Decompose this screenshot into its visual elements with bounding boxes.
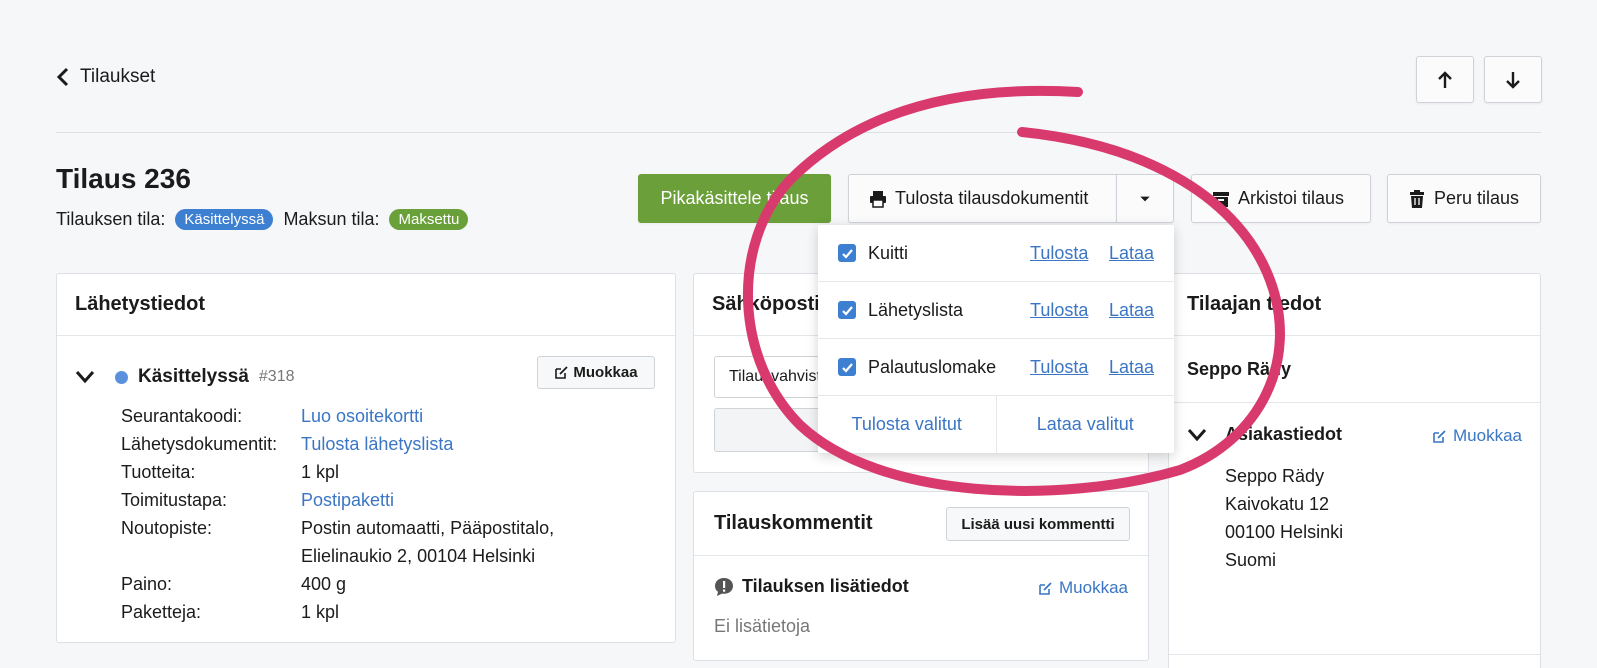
- print-documents-label: Tulosta tilausdokumentit: [895, 188, 1089, 208]
- checkbox[interactable]: [838, 301, 856, 319]
- check-icon: [841, 362, 853, 373]
- status-dot-icon: [115, 370, 128, 384]
- print-menu-item-label: Kuitti: [868, 242, 909, 263]
- arrow-down-icon: [1506, 71, 1520, 89]
- print-selected-button[interactable]: Tulosta valitut: [818, 396, 997, 453]
- previous-order-button[interactable]: [1416, 56, 1474, 103]
- download-link[interactable]: Lataa: [1109, 243, 1154, 264]
- archive-order-label: Arkistoi tilaus: [1238, 188, 1345, 208]
- customer-info-header: Asiakastiedot: [1187, 424, 1342, 445]
- edit-icon: [555, 366, 569, 379]
- print-menu-footer: Tulosta valitut Lataa valitut: [818, 396, 1174, 453]
- print-link[interactable]: Tulosta: [1030, 243, 1088, 264]
- back-link[interactable]: Tilaukset: [56, 66, 155, 88]
- customer-address: Seppo Rädy Kaivokatu 12 00100 Helsinki S…: [1225, 462, 1343, 574]
- address-line: 00100 Helsinki: [1225, 522, 1344, 542]
- detail-key: Lähetysdokumentit:: [121, 434, 278, 454]
- edit-shipment-button[interactable]: Muokkaa: [537, 356, 655, 389]
- order-status-badge: Käsittelyssä: [175, 209, 274, 230]
- address-line: Seppo Rädy: [1225, 466, 1325, 486]
- divider: [1169, 402, 1540, 403]
- archive-icon: [1213, 191, 1229, 207]
- print-documents-menu: Kuitti Tulosta Lataa Lähetyslista Tulost…: [818, 225, 1174, 453]
- detail-key: Paino:: [121, 574, 173, 594]
- archive-order-button[interactable]: Arkistoi tilaus: [1191, 174, 1371, 223]
- print-documents-dropdown-toggle[interactable]: [1116, 174, 1174, 223]
- shipment-id: #318: [258, 368, 295, 385]
- print-menu-item-label: Palautuslomake: [868, 356, 997, 377]
- comment-alert-icon: [715, 577, 733, 596]
- page-title: Tilaus 236: [56, 163, 191, 194]
- order-status-line: Tilauksen tila: Käsittelyssä Maksun tila…: [56, 209, 478, 230]
- print-packing-list-link[interactable]: Tulosta lähetyslista: [301, 430, 601, 458]
- print-menu-item-return-form: Palautuslomake Tulosta Lataa: [818, 339, 1174, 396]
- detail-key: Paketteja:: [121, 602, 202, 622]
- edit-customer-label: Muokkaa: [1453, 426, 1522, 445]
- detail-key: Seurantakoodi:: [121, 406, 243, 426]
- header-divider: [56, 132, 1541, 133]
- print-menu-item-packing-list: Lähetyslista Tulosta Lataa: [818, 282, 1174, 339]
- next-order-button[interactable]: [1484, 56, 1542, 103]
- edit-order-info-label: Muokkaa: [1059, 578, 1128, 597]
- address-line: Suomi: [1225, 550, 1277, 570]
- download-link[interactable]: Lataa: [1109, 357, 1154, 378]
- shipping-method-link[interactable]: Postipaketti: [301, 486, 601, 514]
- download-link[interactable]: Lataa: [1109, 300, 1154, 321]
- detail-value: 1 kpl: [301, 602, 340, 622]
- customer-name: Seppo Rädy: [1187, 359, 1292, 379]
- quick-process-button[interactable]: Pikakäsittele tilaus: [638, 174, 831, 223]
- shipping-card: Lähetystiedot Käsittelyssä #318 Muokkaa …: [56, 273, 676, 643]
- trash-icon: [1410, 189, 1424, 208]
- order-info-value: Ei lisätietoja: [714, 616, 811, 636]
- caret-down-icon: [1140, 196, 1150, 201]
- cancel-order-button[interactable]: Peru tilaus: [1387, 174, 1541, 223]
- order-status-label: Tilauksen tila:: [56, 209, 166, 229]
- chevron-down-icon[interactable]: [1187, 428, 1207, 442]
- customer-info-title: Asiakastiedot: [1225, 424, 1343, 444]
- edit-icon: [1433, 429, 1446, 443]
- checkbox[interactable]: [838, 244, 856, 262]
- detail-key: Tuotteita:: [121, 462, 196, 482]
- add-comment-button[interactable]: Lisää uusi kommentti: [946, 507, 1130, 541]
- comments-card: Tilauskommentit Lisää uusi kommentti Til…: [693, 491, 1149, 661]
- print-documents-button[interactable]: Tulosta tilausdokumentit: [848, 174, 1117, 223]
- check-icon: [841, 305, 853, 316]
- print-menu-item-label: Lähetyslista: [868, 299, 964, 320]
- arrow-up-icon: [1438, 70, 1452, 88]
- detail-value: 400 g: [301, 574, 347, 594]
- address-line: Kaivokatu 12: [1225, 494, 1330, 514]
- edit-icon: [1039, 581, 1052, 595]
- print-link[interactable]: Tulosta: [1030, 300, 1088, 321]
- print-link[interactable]: Tulosta: [1030, 357, 1088, 378]
- customer-card-title: Tilaajan tiedot: [1169, 274, 1540, 336]
- edit-order-info-link[interactable]: Muokkaa: [1038, 578, 1128, 598]
- back-link-label: Tilaukset: [80, 66, 156, 87]
- customer-card: Tilaajan tiedot Seppo Rädy Asiakastiedot…: [1168, 273, 1541, 668]
- order-info-title: Tilauksen lisätiedot: [742, 576, 909, 596]
- chevron-left-icon: [56, 67, 69, 87]
- divider: [1169, 654, 1540, 655]
- detail-value: Postin automaatti, Pääpostitalo, Elielin…: [301, 518, 555, 566]
- print-menu-item-receipt: Kuitti Tulosta Lataa: [818, 225, 1174, 282]
- detail-key: Noutopiste:: [121, 518, 213, 538]
- shipment-status: Käsittelyssä: [138, 366, 249, 387]
- detail-value: 1 kpl: [301, 462, 340, 482]
- shipping-card-title: Lähetystiedot: [57, 274, 675, 336]
- printer-icon: [870, 190, 886, 208]
- edit-customer-link[interactable]: Muokkaa: [1432, 426, 1522, 446]
- edit-shipment-label: Muokkaa: [573, 364, 638, 381]
- checkbox[interactable]: [838, 358, 856, 376]
- detail-key: Toimitustapa:: [121, 490, 228, 510]
- download-selected-button[interactable]: Lataa valitut: [997, 396, 1175, 453]
- shipment-header: Käsittelyssä #318: [75, 366, 295, 388]
- cancel-order-label: Peru tilaus: [1434, 188, 1520, 208]
- order-info-header: Tilauksen lisätiedot: [714, 576, 909, 597]
- create-label-link[interactable]: Luo osoitekortti: [301, 402, 601, 430]
- check-icon: [841, 248, 853, 259]
- payment-status-label: Maksun tila:: [283, 209, 380, 229]
- chevron-down-icon[interactable]: [75, 370, 95, 384]
- payment-status-badge: Maksettu: [389, 209, 469, 230]
